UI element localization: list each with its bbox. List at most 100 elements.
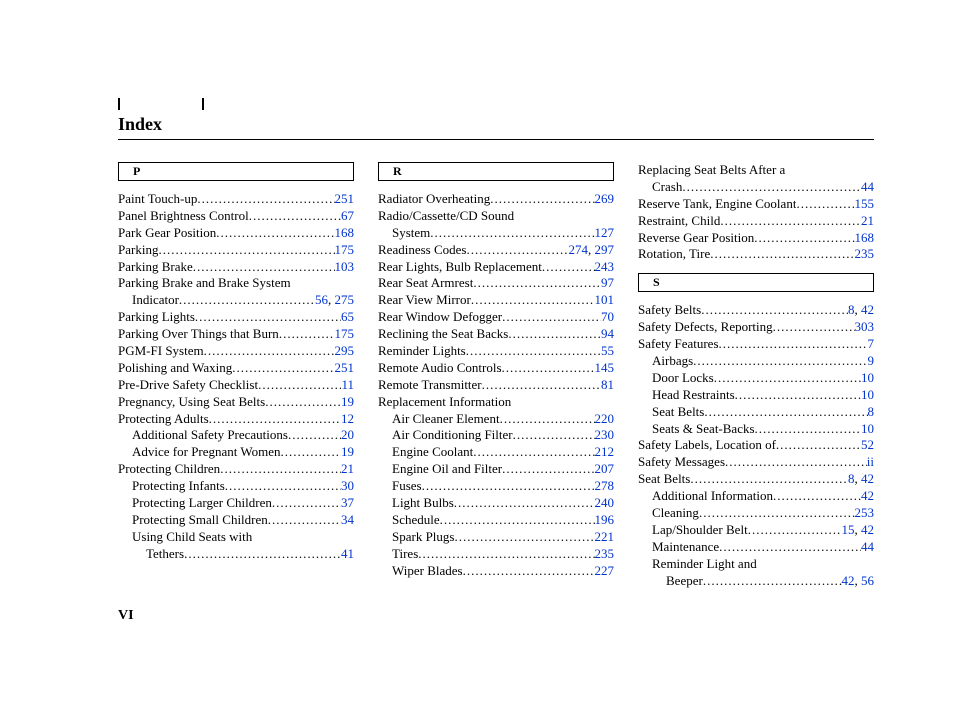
page-link[interactable]: 97 xyxy=(601,275,614,290)
page-link[interactable]: 42 xyxy=(861,471,874,486)
page-link[interactable]: 155 xyxy=(855,196,875,211)
section-letter: P xyxy=(118,162,354,181)
index-entry: Tethers41 xyxy=(118,546,354,563)
entry-pages: 168 xyxy=(335,225,355,242)
page-link[interactable]: 15 xyxy=(842,522,855,537)
page-link[interactable]: 30 xyxy=(341,478,354,493)
index-entry: Additional Information42 xyxy=(638,488,874,505)
entry-pages: 251 xyxy=(335,360,355,377)
page-link[interactable]: 19 xyxy=(341,444,354,459)
page-link[interactable]: 10 xyxy=(861,387,874,402)
page-link[interactable]: 251 xyxy=(335,191,355,206)
page-link[interactable]: 243 xyxy=(595,259,615,274)
page-link[interactable]: 37 xyxy=(341,495,354,510)
entry-label: Safety Messages xyxy=(638,454,725,471)
page-link[interactable]: 81 xyxy=(601,377,614,392)
index-entry: Air Conditioning Filter230 xyxy=(378,427,614,444)
leader-dots xyxy=(279,326,335,343)
page-link[interactable]: 278 xyxy=(595,478,615,493)
page-link[interactable]: 127 xyxy=(595,225,615,240)
leader-dots xyxy=(542,259,595,276)
page-link[interactable]: 221 xyxy=(595,529,615,544)
page-link[interactable]: 21 xyxy=(341,461,354,476)
entry-pages: 8, 42 xyxy=(848,302,874,319)
page-link[interactable]: 55 xyxy=(601,343,614,358)
page-link[interactable]: 8 xyxy=(868,404,875,419)
page-link[interactable]: 44 xyxy=(861,539,874,554)
page-link[interactable]: 240 xyxy=(595,495,615,510)
page-link[interactable]: 12 xyxy=(341,411,354,426)
leader-dots xyxy=(184,546,341,563)
page-link[interactable]: 9 xyxy=(868,353,875,368)
page-link[interactable]: 101 xyxy=(595,292,615,307)
page-link[interactable]: 253 xyxy=(855,505,875,520)
page-link[interactable]: 168 xyxy=(855,230,875,245)
page-link[interactable]: 295 xyxy=(335,343,355,358)
entry-pages: 10 xyxy=(861,370,874,387)
page-link[interactable]: 52 xyxy=(861,437,874,452)
entry-label: Panel Brightness Control xyxy=(118,208,249,225)
index-entry: Rotation, Tire235 xyxy=(638,246,874,263)
page-link[interactable]: 168 xyxy=(335,225,355,240)
leader-dots xyxy=(471,292,595,309)
page-link[interactable]: 207 xyxy=(595,461,615,476)
entry-label: Engine Oil and Filter xyxy=(392,461,502,478)
page-link[interactable]: ii xyxy=(867,454,874,469)
page-link[interactable]: 20 xyxy=(341,427,354,442)
page-link[interactable]: 227 xyxy=(595,563,615,578)
page-link[interactable]: 65 xyxy=(341,309,354,324)
index-entry: Engine Coolant 212 xyxy=(378,444,614,461)
page-link[interactable]: 7 xyxy=(868,336,875,351)
page-link[interactable]: 251 xyxy=(335,360,355,375)
page-link[interactable]: 145 xyxy=(595,360,615,375)
page-link[interactable]: 230 xyxy=(595,427,615,442)
page-link[interactable]: 11 xyxy=(341,377,354,392)
page-title: Index xyxy=(118,114,874,135)
page-link[interactable]: 44 xyxy=(861,179,874,194)
page-link[interactable]: 297 xyxy=(595,242,615,257)
entry-pages: 175 xyxy=(335,326,355,343)
page-link[interactable]: 10 xyxy=(861,370,874,385)
entry-pages: 235 xyxy=(855,246,875,263)
page-link[interactable]: 235 xyxy=(595,546,615,561)
page-link[interactable]: 212 xyxy=(595,444,615,459)
page-link[interactable]: 70 xyxy=(601,309,614,324)
entry-label: Parking xyxy=(118,242,158,259)
page-link[interactable]: 42 xyxy=(861,302,874,317)
page-link[interactable]: 103 xyxy=(335,259,355,274)
page-link[interactable]: 42 xyxy=(861,488,874,503)
title-rule xyxy=(118,139,874,140)
leader-dots xyxy=(699,505,855,522)
page-link[interactable]: 10 xyxy=(861,421,874,436)
page-link[interactable]: 274 xyxy=(569,242,589,257)
page-link[interactable]: 196 xyxy=(595,512,615,527)
page-link[interactable]: 275 xyxy=(335,292,355,307)
page-link[interactable]: 220 xyxy=(595,411,615,426)
index-entry: Protecting Larger Children37 xyxy=(118,495,354,512)
entry-label: Using Child Seats with xyxy=(132,529,252,546)
index-column: Replacing Seat Belts After aCrash44Reser… xyxy=(638,162,874,589)
page-link[interactable]: 175 xyxy=(335,326,355,341)
page-link[interactable]: 34 xyxy=(341,512,354,527)
page-link[interactable]: 19 xyxy=(341,394,354,409)
page-link[interactable]: 56 xyxy=(861,573,874,588)
index-entry: Crash44 xyxy=(638,179,874,196)
entry-pages: 97 xyxy=(601,275,614,292)
page-link[interactable]: 67 xyxy=(341,208,354,223)
page-link[interactable]: 269 xyxy=(595,191,615,206)
index-column: RRadiator Overheating269Radio/Cassette/C… xyxy=(378,162,614,589)
page-link[interactable]: 42 xyxy=(842,573,855,588)
page-link[interactable]: 41 xyxy=(341,546,354,561)
entry-label: Park Gear Position xyxy=(118,225,216,242)
page-link[interactable]: 94 xyxy=(601,326,614,341)
page-link[interactable]: 235 xyxy=(855,246,875,261)
entry-label: Paint Touch-up xyxy=(118,191,197,208)
entry-label: Engine Coolant xyxy=(392,444,473,461)
page-link[interactable]: 175 xyxy=(335,242,355,257)
page-link[interactable]: 303 xyxy=(855,319,875,334)
page-link[interactable]: 56 xyxy=(315,292,328,307)
entry-pages: 8, 42 xyxy=(848,471,874,488)
page-link[interactable]: 42 xyxy=(861,522,874,537)
entry-label: Safety Features xyxy=(638,336,719,353)
page-link[interactable]: 21 xyxy=(861,213,874,228)
